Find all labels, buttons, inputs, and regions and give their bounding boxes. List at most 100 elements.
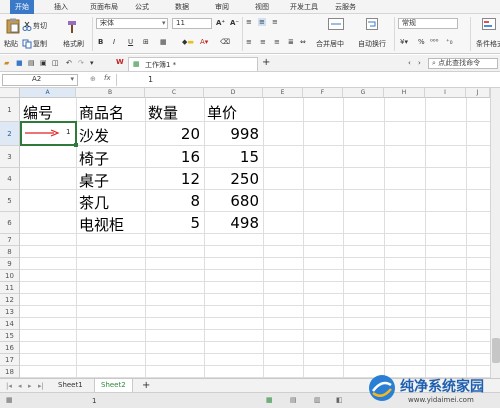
fill-color-icon[interactable]: ◆▬: [182, 38, 194, 46]
column-header-a[interactable]: A: [20, 88, 76, 98]
tab-data[interactable]: 数据: [175, 2, 189, 12]
nav-right-icon[interactable]: ›: [418, 59, 421, 67]
undo-icon[interactable]: ↶: [66, 59, 72, 67]
sheet-tab-sheet2[interactable]: Sheet2: [94, 379, 133, 392]
cell-name[interactable]: 茶几: [79, 192, 109, 213]
column-header-f[interactable]: F: [303, 88, 343, 98]
column-header-j[interactable]: J: [466, 88, 490, 98]
cell-name[interactable]: 桌子: [79, 170, 109, 191]
spell-icon[interactable]: ◫: [52, 59, 59, 67]
tab-cloud[interactable]: 云服务: [335, 2, 356, 12]
font-name-select[interactable]: 宋体: [96, 18, 168, 29]
tab-view[interactable]: 视图: [255, 2, 269, 12]
cell-qty[interactable]: 12: [148, 170, 200, 188]
folder-icon[interactable]: ▰: [4, 59, 9, 67]
tab-formulas[interactable]: 公式: [135, 2, 149, 12]
next-sheet-icon[interactable]: ▸: [28, 382, 32, 390]
thousands-icon[interactable]: ⁰⁰⁰: [430, 38, 438, 46]
row-header[interactable]: 13: [0, 306, 20, 318]
row-header[interactable]: 15: [0, 330, 20, 342]
save-icon[interactable]: ■: [16, 59, 23, 67]
align-right-icon[interactable]: ≡: [274, 38, 280, 46]
tab-page-layout[interactable]: 页面布局: [90, 2, 118, 12]
number-format-select[interactable]: 常规: [398, 18, 458, 29]
row-header[interactable]: 18: [0, 366, 20, 378]
grow-font-icon[interactable]: A⁺: [216, 19, 225, 27]
column-header-e[interactable]: E: [263, 88, 303, 98]
format-painter-button[interactable]: 格式刷: [63, 39, 84, 49]
vertical-scrollbar[interactable]: [490, 88, 500, 378]
cell-a2-value[interactable]: 1: [66, 128, 70, 136]
column-header-d[interactable]: D: [204, 88, 263, 98]
currency-icon[interactable]: ¥▾: [400, 38, 408, 46]
percent-icon[interactable]: %: [418, 38, 425, 46]
align-top-icon[interactable]: ≡: [246, 18, 252, 26]
customize-icon[interactable]: ▾: [90, 59, 94, 67]
conditional-format-button[interactable]: 条件格式: [476, 39, 500, 49]
preview-icon[interactable]: ▣: [40, 59, 47, 67]
tab-insert[interactable]: 插入: [54, 2, 68, 12]
column-header-g[interactable]: G: [343, 88, 384, 98]
align-left-icon[interactable]: ≡: [246, 38, 252, 46]
row-header[interactable]: 12: [0, 294, 20, 306]
print-icon[interactable]: ▤: [28, 59, 35, 67]
row-header[interactable]: 7: [0, 234, 20, 246]
cell-qty[interactable]: 16: [148, 148, 200, 166]
zoom-icon[interactable]: ⊕: [90, 75, 96, 83]
cell-name[interactable]: 椅子: [79, 148, 109, 169]
add-sheet-button[interactable]: +: [136, 379, 156, 392]
header-cell-price[interactable]: 单价: [207, 102, 237, 123]
copy-button[interactable]: 复制: [33, 39, 47, 49]
chevron-down-icon[interactable]: ▾: [162, 19, 166, 27]
last-sheet-icon[interactable]: ▸|: [38, 382, 44, 390]
align-bottom-icon[interactable]: ≡: [272, 18, 278, 26]
spreadsheet-grid[interactable]: A B C D E F G H I J 1 2 3 4 5 6 7 8 9 10…: [0, 88, 500, 378]
cell-price[interactable]: 680: [207, 192, 259, 210]
underline-icon[interactable]: U: [128, 38, 133, 46]
clear-format-icon[interactable]: ⌫: [220, 38, 230, 46]
name-box[interactable]: A2 ▾: [2, 74, 78, 86]
decimal-icon[interactable]: ⁺₀: [446, 38, 453, 46]
cell-price[interactable]: 250: [207, 170, 259, 188]
header-cell-qty[interactable]: 数量: [148, 102, 178, 123]
column-header-b[interactable]: B: [76, 88, 145, 98]
command-search-input[interactable]: ⌕ 点此查找命令: [428, 58, 498, 69]
header-cell-id[interactable]: 编号: [23, 102, 53, 123]
chevron-down-icon[interactable]: ▾: [70, 75, 74, 84]
fill-handle[interactable]: [74, 143, 78, 147]
paste-icon[interactable]: [6, 18, 20, 34]
row-header[interactable]: 10: [0, 270, 20, 282]
paste-button[interactable]: 粘贴: [4, 39, 18, 49]
cell-name[interactable]: 沙发: [79, 125, 109, 146]
page-break-view-icon[interactable]: ▥: [314, 396, 321, 404]
row-header[interactable]: 16: [0, 342, 20, 354]
tab-review[interactable]: 审阅: [215, 2, 229, 12]
tab-developer[interactable]: 开发工具: [290, 2, 318, 12]
row-header[interactable]: 1: [0, 98, 20, 122]
row-header[interactable]: 4: [0, 168, 20, 190]
redo-icon[interactable]: ↷: [78, 59, 84, 67]
sheet-tab-sheet1[interactable]: Sheet1: [52, 379, 89, 392]
prev-sheet-icon[interactable]: ◂: [18, 382, 22, 390]
row-header[interactable]: 2: [0, 122, 20, 146]
column-header-i[interactable]: I: [425, 88, 466, 98]
cell-price[interactable]: 15: [207, 148, 259, 166]
cell-price[interactable]: 998: [207, 125, 259, 143]
cell-name[interactable]: 电视柜: [79, 214, 124, 235]
row-header[interactable]: 17: [0, 354, 20, 366]
italic-icon[interactable]: I: [113, 38, 115, 46]
row-header[interactable]: 3: [0, 146, 20, 168]
nav-left-icon[interactable]: ‹: [408, 59, 411, 67]
scrollbar-thumb[interactable]: [492, 338, 500, 363]
reading-view-icon[interactable]: ◧: [336, 396, 343, 404]
select-all-corner[interactable]: [0, 88, 20, 98]
grid-icon[interactable]: ▦: [160, 38, 167, 46]
border-icon[interactable]: ⊞: [143, 38, 149, 46]
column-header-c[interactable]: C: [145, 88, 204, 98]
distribute-icon[interactable]: ⇔: [300, 38, 306, 46]
formula-input[interactable]: 1: [148, 75, 153, 84]
cell-price[interactable]: 498: [207, 214, 259, 232]
cell-qty[interactable]: 8: [148, 192, 200, 210]
row-header[interactable]: 5: [0, 190, 20, 212]
bold-icon[interactable]: B: [98, 38, 103, 46]
